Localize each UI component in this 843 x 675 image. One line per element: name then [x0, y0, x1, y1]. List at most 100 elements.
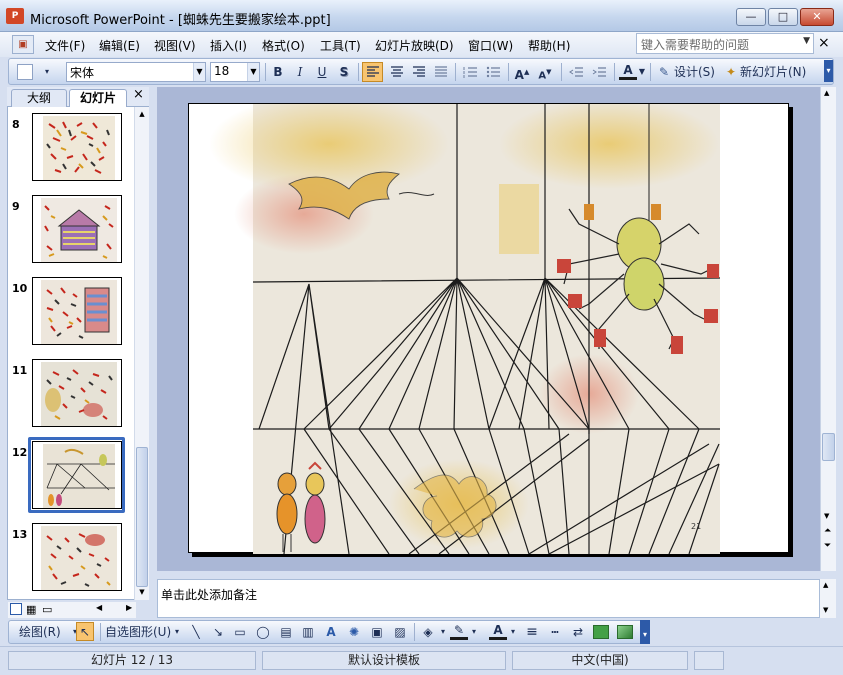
scroll-up-icon[interactable]: ▲: [823, 581, 828, 589]
new-slide-icon[interactable]: ✦: [723, 63, 739, 81]
3d-style-icon[interactable]: [617, 625, 633, 639]
new-document-icon[interactable]: [17, 64, 33, 80]
menu-tools[interactable]: 工具(T): [320, 37, 361, 54]
chevron-down-icon[interactable]: ▼: [247, 63, 259, 81]
slide-sorter-view-icon[interactable]: ▦: [26, 603, 36, 616]
decrease-font-size-icon[interactable]: A▼: [536, 63, 554, 81]
current-slide[interactable]: 21: [188, 94, 789, 555]
scroll-left-icon[interactable]: ◀: [96, 603, 102, 612]
scroll-down-icon[interactable]: ▼: [137, 587, 147, 597]
scroll-up-icon[interactable]: ▲: [824, 89, 829, 97]
menu-view[interactable]: 视图(V): [154, 37, 196, 54]
justify-button[interactable]: [431, 63, 451, 81]
align-left-button[interactable]: [362, 62, 383, 82]
bold-button[interactable]: B: [269, 63, 287, 81]
insert-picture-icon[interactable]: ▨: [391, 623, 409, 641]
increase-indent-icon[interactable]: [589, 63, 609, 81]
rectangle-tool-icon[interactable]: ▭: [231, 623, 249, 641]
align-center-button[interactable]: [387, 63, 407, 81]
document-icon[interactable]: ▣: [12, 35, 34, 54]
menu-file[interactable]: 文件(F): [45, 37, 85, 54]
slide-scrollbar[interactable]: ▲ ▼ ⏶ ⏷: [820, 87, 836, 571]
numbered-list-icon[interactable]: [460, 63, 480, 81]
diagram-icon[interactable]: ✺: [345, 623, 363, 641]
slideshow-view-icon[interactable]: ▭: [42, 603, 52, 616]
font-color-icon[interactable]: A: [489, 623, 507, 640]
next-slide-icon[interactable]: ⏷: [824, 542, 831, 551]
menu-format[interactable]: 格式(O): [262, 37, 305, 54]
slide-thumbnail-8[interactable]: 8: [7, 113, 134, 193]
align-right-button[interactable]: [409, 63, 429, 81]
line-tool-icon[interactable]: ╲: [187, 623, 205, 641]
scrollbar-thumb[interactable]: [136, 447, 148, 587]
underline-button[interactable]: U: [313, 63, 331, 81]
wordart-icon[interactable]: A: [322, 623, 340, 641]
close-pane-button[interactable]: ×: [133, 87, 144, 102]
scroll-down-icon[interactable]: ▼: [823, 606, 828, 614]
font-color-icon[interactable]: A: [619, 63, 637, 80]
menu-insert[interactable]: 插入(I): [210, 37, 247, 54]
menu-window[interactable]: 窗口(W): [468, 37, 513, 54]
shadow-style-icon[interactable]: [593, 625, 609, 639]
toolbar-options-icon[interactable]: ▾: [824, 60, 833, 82]
maximize-button[interactable]: □: [768, 8, 798, 26]
new-slide-button[interactable]: 新幻灯片(N): [740, 63, 820, 81]
scroll-down-icon[interactable]: ▼: [824, 512, 829, 520]
menu-slideshow[interactable]: 幻灯片放映(D): [375, 37, 454, 54]
close-window-button[interactable]: ✕: [800, 8, 834, 26]
slide-thumbnail-10[interactable]: 10: [7, 277, 134, 357]
chevron-down-icon[interactable]: ▼: [193, 63, 205, 81]
menu-edit[interactable]: 编辑(E): [99, 37, 140, 54]
chevron-down-icon[interactable]: ▾: [173, 623, 181, 641]
tab-outline[interactable]: 大纲: [11, 89, 67, 107]
toolbar-options-icon[interactable]: ▾: [43, 63, 51, 81]
close-document-button[interactable]: ×: [818, 35, 830, 51]
font-size-select[interactable]: 18 ▼: [210, 62, 260, 82]
slide-thumbnail-9[interactable]: 9: [7, 195, 134, 275]
page-mark: 21: [691, 522, 701, 531]
arrow-tool-icon[interactable]: ↘: [209, 623, 227, 641]
clipart-icon[interactable]: ▣: [368, 623, 386, 641]
chevron-down-icon[interactable]: ▾: [470, 623, 478, 641]
vertical-textbox-icon[interactable]: ▥: [299, 623, 317, 641]
draw-menu-button[interactable]: 绘图(R): [19, 623, 71, 641]
chevron-down-icon[interactable]: ▼: [803, 36, 810, 46]
autoshapes-button[interactable]: 自选图形(U): [105, 623, 177, 641]
increase-font-size-icon[interactable]: A▲: [513, 63, 531, 82]
line-color-icon[interactable]: ✎: [450, 623, 468, 640]
fill-color-icon[interactable]: ◈: [419, 623, 437, 641]
arrow-style-icon[interactable]: ⇄: [568, 623, 588, 641]
toolbar-options-icon[interactable]: ▾: [640, 620, 650, 644]
slide-thumbnail-11[interactable]: 11: [7, 359, 134, 439]
select-pointer-icon[interactable]: ↖: [76, 622, 94, 641]
notes-pane[interactable]: 单击此处添加备注: [157, 579, 820, 618]
italic-button[interactable]: I: [291, 63, 309, 81]
chevron-down-icon[interactable]: ▼: [638, 63, 646, 81]
decrease-indent-icon[interactable]: [566, 63, 586, 81]
previous-slide-icon[interactable]: ⏶: [824, 527, 831, 536]
dash-style-icon[interactable]: ┅: [545, 623, 565, 641]
line-style-icon[interactable]: ≡: [522, 623, 542, 641]
oval-tool-icon[interactable]: ◯: [254, 623, 272, 641]
scroll-up-icon[interactable]: ▲: [137, 109, 147, 119]
notes-scrollbar[interactable]: ▲ ▼: [820, 579, 836, 618]
design-button[interactable]: 设计(S): [674, 63, 722, 81]
slide-thumbnail-12[interactable]: 12: [7, 437, 134, 521]
textbox-tool-icon[interactable]: ▤: [277, 623, 295, 641]
powerpoint-app-icon[interactable]: P: [6, 8, 24, 24]
help-search-input[interactable]: 键入需要帮助的问题 ▼: [636, 33, 814, 54]
minimize-button[interactable]: —: [736, 8, 766, 26]
bullet-list-icon[interactable]: [483, 63, 503, 81]
tab-slides[interactable]: 幻灯片: [69, 89, 127, 107]
slide-thumbnail-13[interactable]: 13: [7, 523, 134, 600]
shadow-button[interactable]: S: [335, 63, 353, 81]
chevron-down-icon[interactable]: ▾: [509, 623, 517, 641]
design-icon[interactable]: ✎: [655, 63, 673, 81]
chevron-down-icon[interactable]: ▾: [439, 623, 447, 641]
scroll-right-icon[interactable]: ▶: [126, 603, 132, 612]
thumbnail-scrollbar[interactable]: ▲ ▼: [134, 107, 149, 600]
normal-view-icon[interactable]: [10, 603, 22, 615]
scrollbar-thumb[interactable]: [822, 433, 835, 461]
font-name-select[interactable]: 宋体 ▼: [66, 62, 206, 82]
menu-help[interactable]: 帮助(H): [528, 37, 570, 54]
